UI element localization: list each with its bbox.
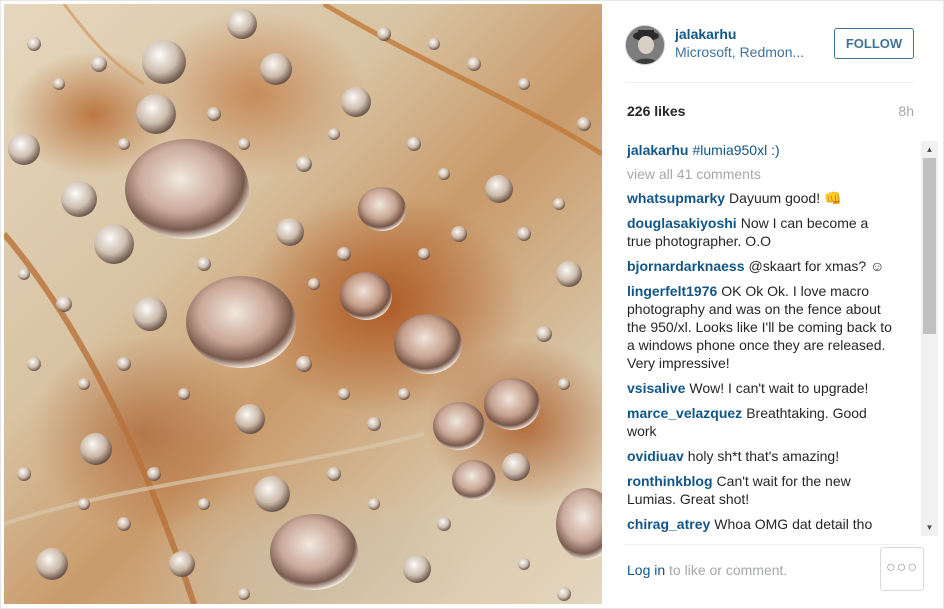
- comment-username[interactable]: marce_velazquez: [627, 405, 742, 421]
- comment-username[interactable]: vsisalive: [627, 380, 685, 396]
- comment-item: ronthinkblog Can't wait for the new Lumia…: [627, 472, 895, 508]
- scrollbar-thumb[interactable]: [923, 158, 936, 334]
- comment-username[interactable]: bjornardarknaess: [627, 258, 745, 274]
- comment-item: bjornardarknaess @skaart for xmas? ☺: [627, 257, 895, 275]
- comment-username[interactable]: whatsupmarky: [627, 190, 725, 206]
- scroll-down-arrow-icon[interactable]: ▼: [921, 519, 938, 536]
- comment-item: ovidiuav holy sh*t that's amazing!: [627, 447, 895, 465]
- comment-item: chirag_atrey Whoa OMG dat detail tho: [627, 515, 895, 533]
- caption-username[interactable]: jalakarhu: [627, 142, 688, 158]
- login-prompt-text: to like or comment.: [665, 562, 788, 578]
- login-prompt: Log in to like or comment.: [627, 562, 787, 578]
- comment-username[interactable]: ronthinkblog: [627, 473, 713, 489]
- comment-text: holy sh*t that's amazing!: [687, 448, 840, 464]
- caption: jalakarhu #lumia950xl :): [627, 141, 895, 159]
- comment-username[interactable]: douglasakiyoshi: [627, 215, 737, 231]
- caption-hashtag[interactable]: #lumia950xl :): [692, 142, 779, 158]
- post-side-panel: jalakarhu Microsoft, Redmon... FOLLOW 22…: [603, 4, 941, 604]
- comments-scrollbar[interactable]: ▲ ▼: [921, 141, 938, 536]
- post-timestamp[interactable]: 8h: [898, 103, 914, 119]
- login-link[interactable]: Log in: [627, 562, 665, 578]
- divider: [625, 82, 914, 83]
- comment-text: Whoa OMG dat detail tho: [714, 516, 873, 532]
- scroll-up-arrow-icon[interactable]: ▲: [921, 141, 938, 158]
- comment-item: whatsupmarky Dayuum good! 👊: [627, 189, 895, 207]
- post-photo[interactable]: [4, 4, 602, 604]
- comments-list[interactable]: jalakarhu #lumia950xl :) view all 41 comm…: [627, 141, 923, 536]
- avatar-portrait-icon: [626, 26, 664, 64]
- comment-username[interactable]: ovidiuav: [627, 448, 684, 464]
- comment-item: marce_velazquez Breathtaking. Good work: [627, 404, 895, 440]
- comment-username[interactable]: chirag_atrey: [627, 516, 710, 532]
- post-author-username[interactable]: jalakarhu: [675, 26, 736, 42]
- comment-text: Dayuum good! 👊: [729, 190, 842, 206]
- likes-count[interactable]: 226 likes: [627, 103, 685, 119]
- droplets-illustration: [4, 4, 602, 604]
- post-header: jalakarhu Microsoft, Redmon... FOLLOW: [625, 22, 915, 72]
- comment-item: lingerfelt1976 OK Ok Ok. I love macro pho…: [627, 282, 895, 372]
- more-options-button[interactable]: ○○○: [880, 547, 924, 591]
- comment-item: douglasakiyoshi Now I can become a true p…: [627, 214, 895, 250]
- post-modal: jalakarhu Microsoft, Redmon... FOLLOW 22…: [0, 0, 944, 609]
- comment-item: vsisalive Wow! I can't wait to upgrade!: [627, 379, 895, 397]
- follow-button[interactable]: FOLLOW: [834, 28, 914, 59]
- avatar[interactable]: [625, 25, 665, 65]
- view-all-comments-link[interactable]: view all 41 comments: [627, 166, 923, 182]
- post-location[interactable]: Microsoft, Redmon...: [675, 44, 804, 60]
- comment-username[interactable]: lingerfelt1976: [627, 283, 717, 299]
- comment-text: Wow! I can't wait to upgrade!: [689, 380, 869, 396]
- divider: [625, 544, 914, 545]
- comment-text: @skaart for xmas? ☺: [748, 258, 885, 274]
